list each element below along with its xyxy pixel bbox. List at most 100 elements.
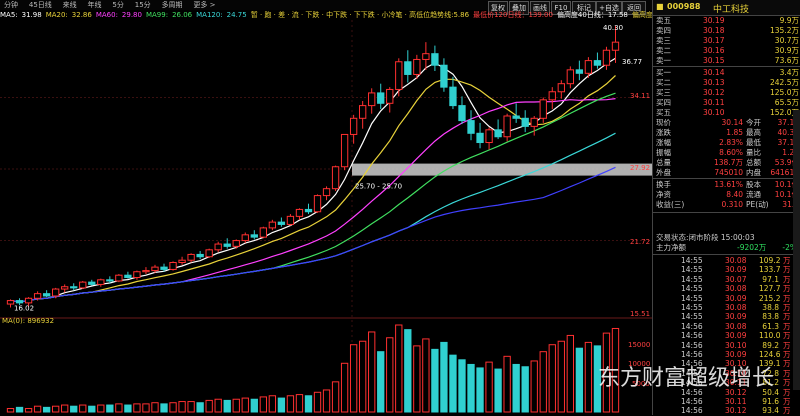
tab-day[interactable]: 来线 <box>59 0 81 10</box>
orderbook-row[interactable]: 卖一 30.15 73.6万 <box>653 56 800 66</box>
ma-legend-3: MA99: <box>145 11 169 19</box>
candle-body <box>530 117 538 127</box>
axis-label: 21.72 <box>630 238 650 246</box>
stat-row: 外盘 745010 内盘 641612 <box>653 168 800 178</box>
tick-list[interactable]: 14:55 30.08 109.2 万 14:55 30.09 133.7 万 14:55 30.… <box>653 256 800 416</box>
signal-legend-1: 最低价120日线：139.00 <box>473 11 553 19</box>
candle-body <box>52 288 60 297</box>
orderbook-price: 30.16 <box>703 46 725 55</box>
candle-body <box>223 243 231 247</box>
ma-legend-value-4: 24.75 <box>226 11 247 19</box>
candle-body <box>422 53 430 60</box>
stat-label: 净资 <box>656 190 671 199</box>
stock-code: 000988 <box>667 2 701 11</box>
tab-5min[interactable]: 5分 <box>108 0 127 10</box>
volume-bar <box>241 397 249 413</box>
candle-body <box>124 274 132 279</box>
volume-bar <box>205 399 213 413</box>
volume-bar <box>97 404 105 413</box>
stat-row: 收益(三) 0.310 PE(动) 31.1 <box>653 200 800 210</box>
orderbook-row[interactable]: 买二 30.13 242.5万 <box>653 78 800 88</box>
volume-bar <box>530 360 538 413</box>
volume-bar <box>133 403 141 413</box>
candle-body <box>467 120 475 134</box>
stat-label: 收益(三) <box>656 200 685 209</box>
candle-body <box>232 240 240 247</box>
kline-chart[interactable]: 40.3036.7734.1127.9221.7215.511500010000… <box>0 20 652 415</box>
volume-bar <box>566 334 574 413</box>
candle-body <box>575 69 584 74</box>
candle-body <box>494 129 502 138</box>
candle-body <box>431 53 439 66</box>
orderbook-row[interactable]: 买三 30.12 125.0万 <box>653 88 800 98</box>
side-scrollbar[interactable] <box>793 110 800 390</box>
volume-bar <box>377 351 385 413</box>
ma-legend-4: MA120: <box>196 11 223 19</box>
orderbook-volume: 125.0万 <box>770 88 799 97</box>
orderbook-volume: 9.9万 <box>779 16 799 25</box>
candle-body <box>33 293 42 299</box>
volume-bar <box>214 398 222 413</box>
orderbook-volume: 30.9万 <box>774 46 799 55</box>
stat-label: 换手 <box>656 180 671 189</box>
tab-15min[interactable]: 15分 <box>131 0 155 10</box>
candle-body <box>512 115 520 119</box>
stat-label: 最低 <box>746 138 761 147</box>
tab-more[interactable]: 更多 > <box>189 0 219 10</box>
volume-bar <box>395 324 403 413</box>
candle-body <box>377 92 385 104</box>
axis-label: 15000 <box>628 341 650 349</box>
volume-bar <box>458 359 466 413</box>
candle-body <box>485 129 493 144</box>
volume-bar <box>70 405 78 413</box>
volume-bar <box>404 329 412 413</box>
candle-body <box>322 188 331 197</box>
watermark-text: 东方财富超级增长 <box>598 366 775 391</box>
tab-minute[interactable]: 分钟 <box>0 0 22 10</box>
tab-year[interactable]: 年线 <box>84 0 106 10</box>
stat-label: 振幅 <box>656 148 671 157</box>
volume-bar <box>349 344 358 413</box>
signal-legend-3: 偏高度250日线：48.04 <box>631 11 652 19</box>
candle-body <box>214 243 222 251</box>
candle-body <box>539 99 547 119</box>
candle-body <box>79 281 87 289</box>
candle-body <box>160 266 168 270</box>
quote-panel: ■ 000988 中工科技 卖五 30.19 9.9万 卖四 30.18 135.2万 卖三… <box>652 0 800 415</box>
orderbook-row[interactable]: 卖二 30.16 30.9万 <box>653 46 800 56</box>
orderbook-label: 卖三 <box>656 36 671 45</box>
volume-bar <box>42 406 51 413</box>
volume-bar <box>386 337 394 413</box>
stat-label: 涨幅 <box>656 138 671 147</box>
stat-label: 外盘 <box>656 168 671 177</box>
orderbook-row[interactable]: 卖三 30.17 30.7万 <box>653 36 800 46</box>
axis-label: 34.11 <box>630 92 650 100</box>
candle-body <box>395 61 403 90</box>
volume-bar <box>503 355 511 413</box>
volume-bar <box>232 398 240 413</box>
candle-body <box>88 281 96 285</box>
stat-label: 股本 <box>746 180 761 189</box>
axis-label: 40.30 <box>603 24 623 32</box>
orderbook-row[interactable]: 卖四 30.18 135.2万 <box>653 26 800 36</box>
tab-45day[interactable]: 45日线 <box>25 0 56 10</box>
volume-bar <box>584 341 593 413</box>
stat-value: 8.60% <box>719 148 743 157</box>
orderbook-row[interactable]: 买四 30.11 65.5万 <box>653 98 800 108</box>
stat-row: 涨跌 1.85 最高 40.30 <box>653 128 800 138</box>
orderbook-price: 30.12 <box>703 88 725 97</box>
tab-multi-period[interactable]: 多周期 <box>158 0 187 10</box>
candle-body <box>404 61 412 75</box>
orderbook-price: 30.17 <box>703 36 725 45</box>
candle-body <box>42 293 51 297</box>
orderbook-row[interactable]: 卖五 30.19 9.9万 <box>653 16 800 26</box>
orderbook-price: 30.13 <box>703 78 725 87</box>
volume-bar <box>494 368 502 413</box>
candle-body <box>458 105 466 122</box>
orderbook-label: 买四 <box>656 98 671 107</box>
orderbook-row[interactable]: 买一 30.14 3.4万 <box>653 68 800 78</box>
volume-bar <box>413 345 421 413</box>
volume-bar <box>557 340 565 413</box>
orderbook-row[interactable]: 买五 30.10 152.0万 <box>653 108 800 118</box>
candle-body <box>449 86 457 107</box>
